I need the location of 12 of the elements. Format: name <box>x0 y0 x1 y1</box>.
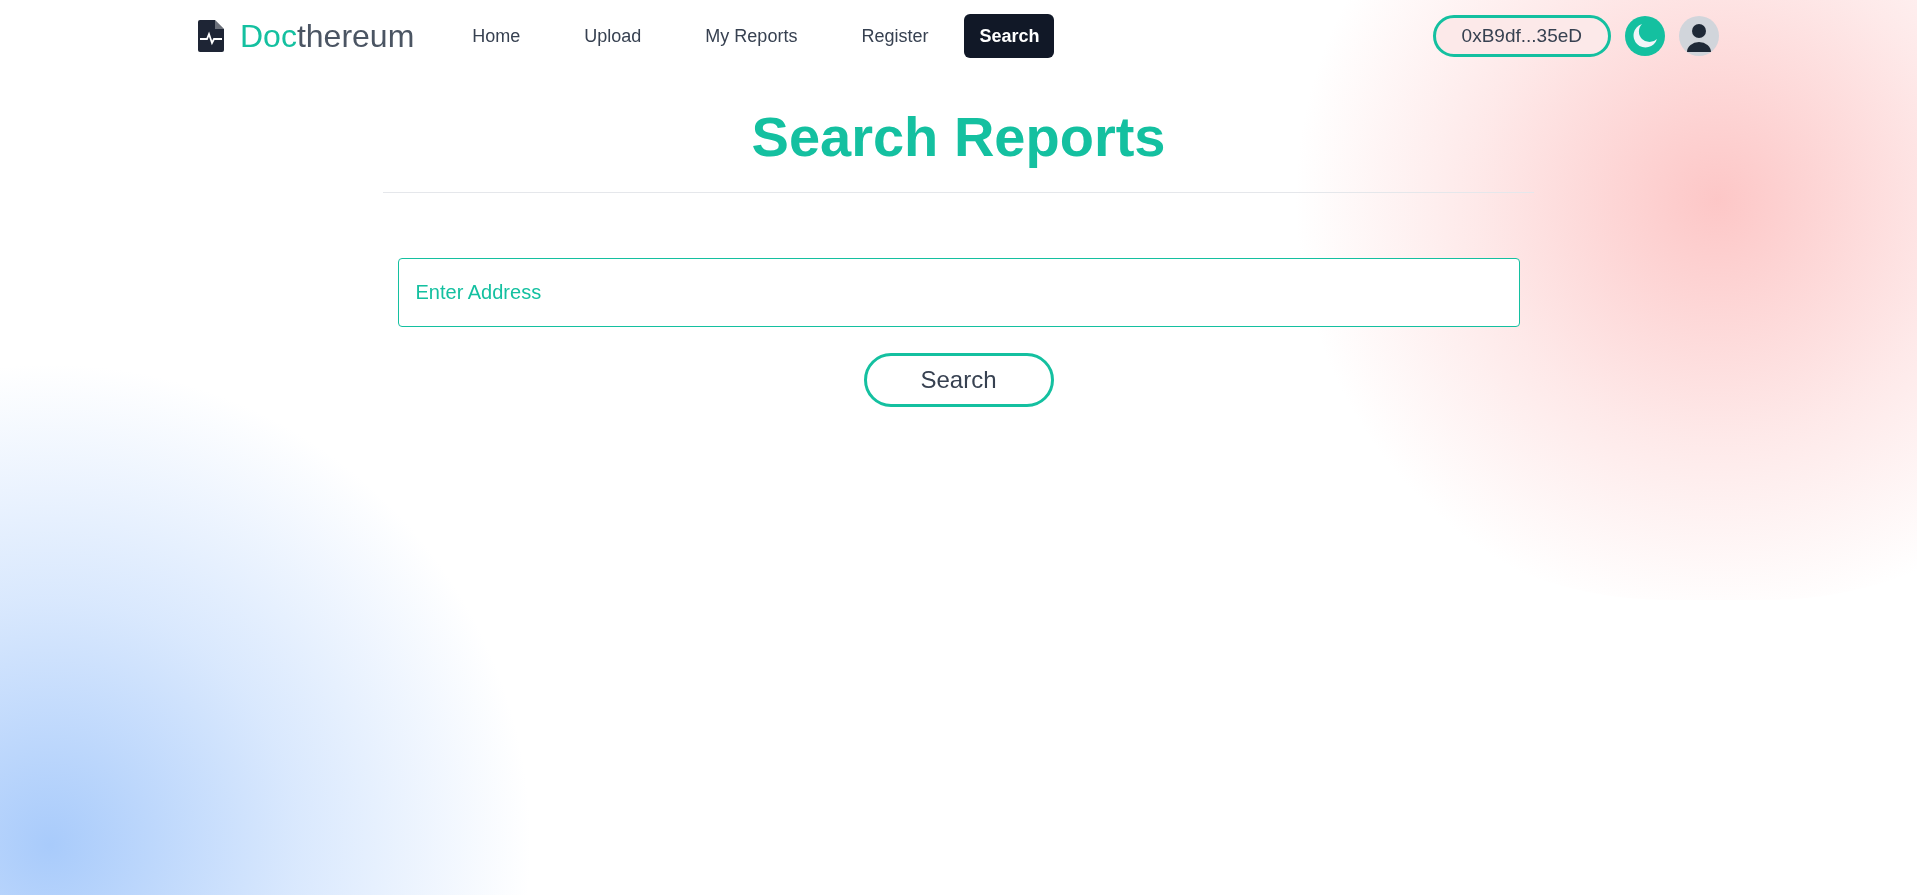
nav-link[interactable]: Upload <box>556 14 670 58</box>
wallet-address-button[interactable]: 0xB9df...35eD <box>1432 15 1611 57</box>
document-icon <box>198 20 224 52</box>
brand-logo[interactable]: Docthereum <box>240 20 415 52</box>
address-field[interactable]: Enter Address <box>397 258 1520 327</box>
search-button[interactable]: Search <box>863 353 1054 407</box>
nav-link[interactable]: Home <box>444 14 549 58</box>
nav-link[interactable]: My Reports <box>677 14 826 58</box>
nav-link[interactable]: Register <box>833 14 957 58</box>
nav-link[interactable]: Search <box>964 14 1055 58</box>
page-title: Search Reports <box>751 104 1166 170</box>
avatar-icon[interactable] <box>1679 16 1719 56</box>
